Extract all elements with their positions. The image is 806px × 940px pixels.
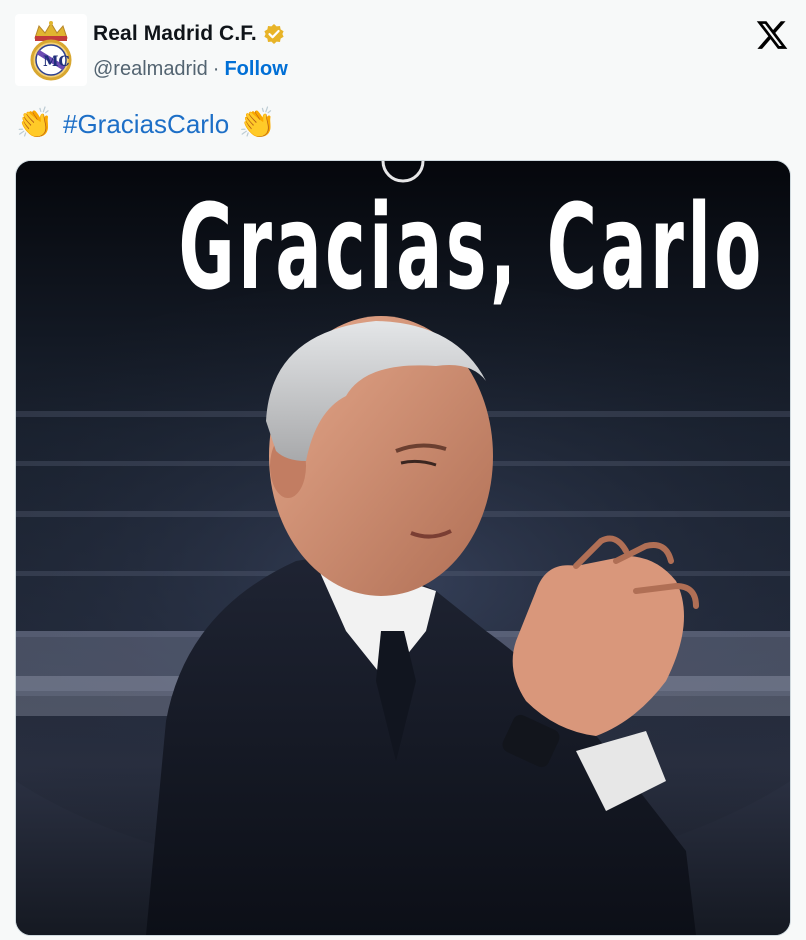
handle[interactable]: @realmadrid bbox=[93, 58, 208, 80]
svg-text:MC: MC bbox=[43, 54, 70, 70]
clapping-hands-emoji-left: 👏 bbox=[16, 107, 54, 140]
tweet-text: 👏 #GraciasCarlo 👏 bbox=[15, 104, 277, 144]
verified-badge-icon bbox=[263, 23, 285, 45]
display-name[interactable]: Real Madrid C.F. bbox=[93, 22, 257, 46]
clapping-hands-emoji-right: 👏 bbox=[238, 107, 276, 140]
handle-row: @realmadrid · Follow bbox=[93, 58, 288, 81]
follow-button[interactable]: Follow bbox=[224, 58, 287, 80]
tweet-header: MC Real Madrid C.F. @realmadrid · Follow bbox=[15, 14, 791, 90]
real-madrid-crest-icon: MC bbox=[30, 21, 72, 81]
tweet-media-image[interactable]: Gracias, Carlo bbox=[15, 160, 791, 936]
avatar[interactable]: MC bbox=[15, 14, 87, 86]
separator: · bbox=[212, 58, 220, 80]
x-logo-icon[interactable] bbox=[755, 18, 789, 52]
media-headline: Gracias, Carlo bbox=[178, 178, 765, 316]
hashtag-link[interactable]: #GraciasCarlo bbox=[63, 104, 229, 144]
